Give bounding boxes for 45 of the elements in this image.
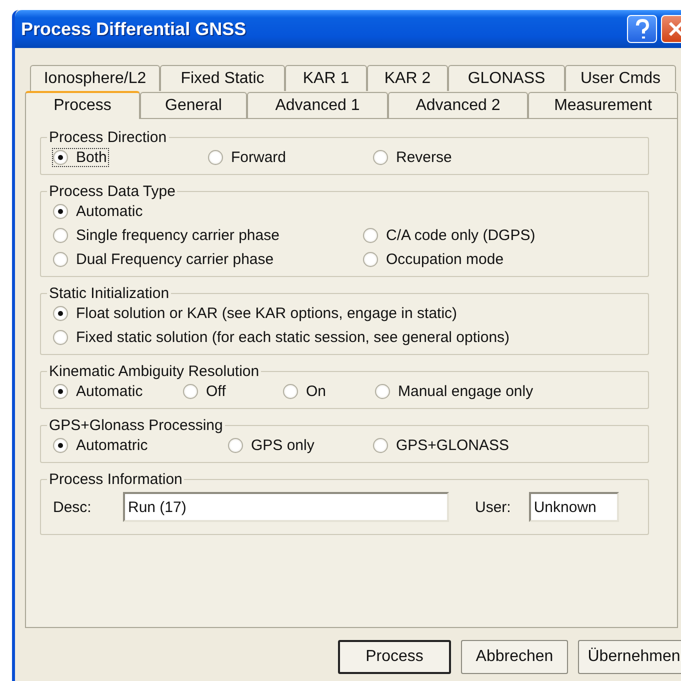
radio-option[interactable]: Both <box>53 148 108 166</box>
close-icon <box>668 21 681 37</box>
radio-option[interactable]: Fixed static solution (for each static session, see general options) <box>53 328 511 346</box>
radio-option[interactable]: Float solution or KAR (see KAR options, engage in static) <box>53 304 458 322</box>
tab[interactable]: Ionosphere/L2 <box>30 65 160 91</box>
tab[interactable]: KAR 2 <box>367 65 448 91</box>
dialog-button[interactable]: Process <box>338 640 451 674</box>
radio-option[interactable]: GPS only <box>228 436 316 454</box>
radio-option[interactable]: Forward <box>208 148 288 166</box>
radio-option[interactable]: Reverse <box>373 148 453 166</box>
radio-option[interactable]: Automatic <box>53 202 144 220</box>
tab[interactable]: Measurement <box>528 92 678 118</box>
user-field[interactable]: Unknown <box>528 492 619 522</box>
tab[interactable]: GLONASS <box>448 65 565 91</box>
radio-option[interactable]: GPS+GLONASS <box>373 436 510 454</box>
dialog-button[interactable]: Abbrechen <box>461 640 568 674</box>
tab[interactable]: General <box>140 92 247 118</box>
radio-option[interactable]: Single frequency carrier phase <box>53 226 280 244</box>
tab[interactable]: User Cmds <box>565 65 676 91</box>
tab[interactable]: Advanced 1 <box>247 92 388 118</box>
group-title: Process Information <box>48 471 184 488</box>
radio-option[interactable]: Automatic <box>53 382 144 400</box>
radio-option[interactable]: Off <box>183 382 227 400</box>
tab[interactable]: Fixed Static <box>160 65 285 91</box>
radio-option[interactable]: Dual Frequency carrier phase <box>53 250 275 268</box>
window-title: Process Differential GNSS <box>21 18 248 40</box>
tab[interactable]: Advanced 2 <box>388 92 528 118</box>
question-mark-icon <box>636 19 648 39</box>
description-field[interactable]: Run (17) <box>123 492 449 522</box>
radio-option[interactable]: Occupation mode <box>363 250 505 268</box>
tab[interactable]: Process <box>25 91 140 119</box>
group-title: Static Initialization <box>48 285 170 302</box>
group-title: Process Direction <box>48 129 168 146</box>
radio-option[interactable]: C/A code only (DGPS) <box>363 226 536 244</box>
field-label: User: <box>475 498 511 516</box>
radio-option[interactable]: On <box>283 382 328 400</box>
group-title: GPS+Glonass Processing <box>48 417 224 434</box>
help-button[interactable] <box>627 15 657 43</box>
radio-option[interactable]: Manual engage only <box>375 382 534 400</box>
tab[interactable]: KAR 1 <box>285 65 367 91</box>
group-title: Process Data Type <box>48 183 176 200</box>
group-title: Kinematic Ambiguity Resolution <box>48 363 260 380</box>
field-label: Desc: <box>53 498 92 516</box>
dialog-button[interactable]: Übernehmen <box>578 640 681 674</box>
radio-option[interactable]: Automatric <box>53 436 149 454</box>
